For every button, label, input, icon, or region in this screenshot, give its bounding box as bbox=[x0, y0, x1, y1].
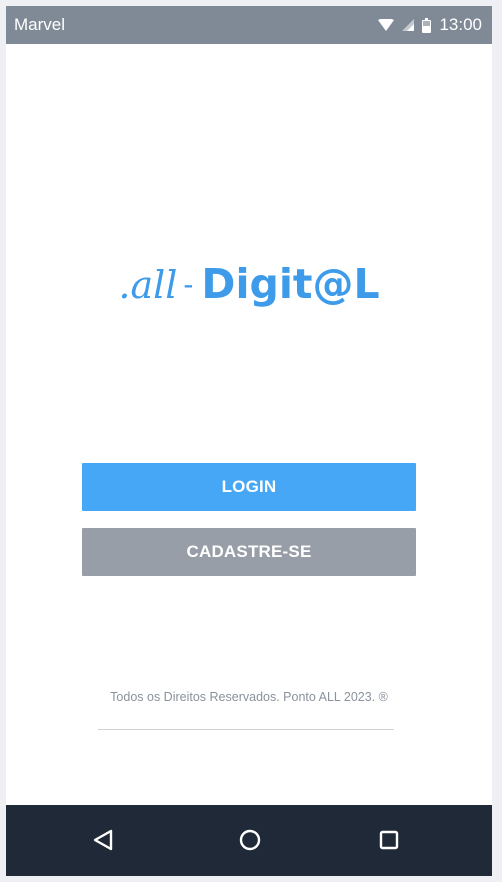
navigation-bar bbox=[6, 805, 492, 876]
footer-divider bbox=[98, 729, 394, 730]
wifi-icon bbox=[378, 18, 395, 32]
carrier-name: Marvel bbox=[14, 15, 66, 34]
signup-button[interactable]: CADASTRE-SE bbox=[82, 528, 416, 576]
clock: 13:00 bbox=[439, 15, 482, 34]
status-icons: 13:00 bbox=[378, 15, 482, 35]
logo-script-text: .all bbox=[118, 263, 178, 307]
status-bar: Marvel 13:00 bbox=[6, 6, 492, 44]
back-icon[interactable] bbox=[88, 825, 118, 855]
logo-brand-text: Digit@L bbox=[201, 260, 380, 308]
copyright-text: Todos os Direitos Reservados. Ponto ALL … bbox=[110, 690, 388, 704]
logo-separator: - bbox=[183, 268, 194, 301]
app-logo: .all - Digit@L bbox=[6, 256, 492, 322]
app-screen: Marvel 13:00 .all - Digit@L LOGIN CADAST… bbox=[6, 6, 492, 876]
signal-icon bbox=[402, 19, 415, 31]
login-button[interactable]: LOGIN bbox=[82, 463, 416, 511]
home-icon[interactable] bbox=[235, 825, 265, 855]
recent-apps-icon[interactable] bbox=[374, 825, 404, 855]
battery-icon bbox=[422, 17, 432, 33]
